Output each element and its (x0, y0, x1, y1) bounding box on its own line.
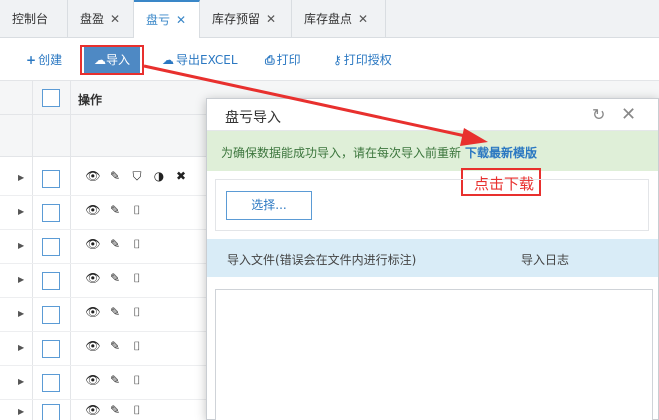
tab-stock-count[interactable]: 库存盘点 ✕ (292, 0, 386, 38)
row-actions: 👁 ✎ ⌷ (82, 203, 148, 218)
row-actions: 👁 ✎ ⌷ (82, 373, 148, 388)
row-actions: 👁 ✎ ⌷ (82, 271, 148, 286)
view-icon[interactable]: 👁 (82, 339, 104, 353)
tab-label: 控制台 (12, 12, 49, 26)
row-actions: 👁 ✎ ⌷ (82, 339, 148, 354)
import-info-header: 导入文件(错误会在文件内进行标注) 导入日志 (207, 239, 658, 277)
tab-console[interactable]: 控制台 (0, 0, 68, 38)
tab-label: 库存预留 (212, 12, 261, 26)
create-button[interactable]: + 创建 (26, 50, 62, 70)
import-log-area[interactable] (215, 289, 653, 420)
row-checkbox[interactable] (42, 272, 60, 290)
view-icon[interactable]: 👁 (82, 305, 104, 319)
row-actions: 👁 ✎ ⌷ (82, 403, 148, 418)
select-all-checkbox[interactable] (42, 89, 60, 107)
edit-icon[interactable]: ✎ (104, 373, 126, 387)
printer-icon: ⎙ (265, 53, 275, 67)
expand-icon[interactable]: ▶ (18, 343, 24, 352)
dialog-header: 盘亏导入 ↻ ✕ (207, 99, 658, 131)
bookmark-icon[interactable]: ⌷ (126, 339, 148, 354)
dialog-title: 盘亏导入 (225, 110, 281, 126)
close-icon[interactable]: ✕ (621, 104, 636, 125)
view-icon[interactable]: 👁 (82, 169, 104, 183)
row-checkbox[interactable] (42, 306, 60, 324)
export-excel-button[interactable]: ☁ 导出EXCEL (162, 50, 238, 70)
shield-icon[interactable]: ⛉ (126, 169, 148, 184)
refresh-icon[interactable]: ↻ (592, 105, 605, 124)
tab-inventory-gain[interactable]: 盘盈 ✕ (68, 0, 134, 38)
bookmark-icon[interactable]: ⌷ (126, 305, 148, 320)
half-circle-icon[interactable]: ◑ (148, 169, 170, 183)
tab-label: 盘亏 (146, 13, 171, 27)
row-actions: 👁 ✎ ⌷ (82, 305, 148, 320)
row-checkbox[interactable] (42, 170, 60, 188)
print-button[interactable]: ⎙ 打印 (265, 50, 301, 70)
row-checkbox[interactable] (42, 404, 60, 420)
expand-icon[interactable]: ▶ (18, 207, 24, 216)
print-auth-button[interactable]: ⚷ 打印授权 (333, 50, 392, 70)
cloud-download-icon: ☁ (162, 53, 174, 67)
row-actions: 👁 ✎ ⛉ ◑ ✖ (82, 169, 192, 184)
edit-icon[interactable]: ✎ (104, 305, 126, 319)
tab-stock-reservation[interactable]: 库存预留 ✕ (200, 0, 292, 38)
edit-icon[interactable]: ✎ (104, 203, 126, 217)
view-icon[interactable]: 👁 (82, 203, 104, 217)
edit-icon[interactable]: ✎ (104, 169, 126, 183)
view-icon[interactable]: 👁 (82, 403, 104, 417)
import-file-column-label: 导入文件(错误会在文件内进行标注) (227, 253, 417, 267)
row-checkbox[interactable] (42, 340, 60, 358)
edit-icon[interactable]: ✎ (104, 237, 126, 251)
delete-icon[interactable]: ✖ (170, 169, 192, 183)
download-template-link[interactable]: 下载最新模版 (465, 144, 537, 161)
notice-banner: 为确保数据能成功导入，请在每次导入前重新 下载最新模版 (207, 131, 658, 196)
tab-label: 盘盈 (80, 12, 105, 26)
expand-icon[interactable]: ▶ (18, 407, 24, 416)
import-log-column-label: 导入日志 (521, 253, 570, 267)
bookmark-icon[interactable]: ⌷ (126, 403, 148, 418)
bookmark-icon[interactable]: ⌷ (126, 203, 148, 218)
expand-icon[interactable]: ▶ (18, 275, 24, 284)
close-icon[interactable]: ✕ (176, 13, 186, 27)
choose-file-button[interactable]: 选择... (226, 191, 312, 220)
bookmark-icon[interactable]: ⌷ (126, 373, 148, 388)
highlight-import-box (80, 45, 144, 75)
close-icon[interactable]: ✕ (358, 12, 368, 26)
notice-text: 为确保数据能成功导入，请在每次导入前重新 (221, 146, 462, 160)
expand-icon[interactable]: ▶ (18, 173, 24, 182)
row-checkbox[interactable] (42, 238, 60, 256)
file-picker-panel: 选择... (215, 179, 649, 231)
tab-inventory-loss[interactable]: 盘亏 ✕ (134, 0, 200, 39)
key-icon: ⚷ (333, 53, 342, 67)
row-checkbox[interactable] (42, 204, 60, 222)
bookmark-icon[interactable]: ⌷ (126, 271, 148, 286)
expand-icon[interactable]: ▶ (18, 241, 24, 250)
column-header-actions: 操作 (78, 93, 103, 107)
expand-icon[interactable]: ▶ (18, 377, 24, 386)
edit-icon[interactable]: ✎ (104, 339, 126, 353)
tab-bar: 控制台 盘盈 ✕ 盘亏 ✕ 库存预留 ✕ 库存盘点 ✕ (0, 0, 659, 39)
view-icon[interactable]: 👁 (82, 237, 104, 251)
row-actions: 👁 ✎ ⌷ (82, 237, 148, 252)
view-icon[interactable]: 👁 (82, 373, 104, 387)
expand-icon[interactable]: ▶ (18, 309, 24, 318)
close-icon[interactable]: ✕ (266, 12, 276, 26)
import-dialog: 盘亏导入 ↻ ✕ 为确保数据能成功导入，请在每次导入前重新 下载最新模版 选择.… (206, 98, 659, 420)
view-icon[interactable]: 👁 (82, 271, 104, 285)
edit-icon[interactable]: ✎ (104, 271, 126, 285)
close-icon[interactable]: ✕ (110, 12, 120, 26)
annotation-label: 点击下载 (474, 175, 535, 193)
plus-icon: + (26, 53, 37, 67)
bookmark-icon[interactable]: ⌷ (126, 237, 148, 252)
edit-icon[interactable]: ✎ (104, 403, 126, 417)
row-checkbox[interactable] (42, 374, 60, 392)
tab-label: 库存盘点 (304, 12, 353, 26)
